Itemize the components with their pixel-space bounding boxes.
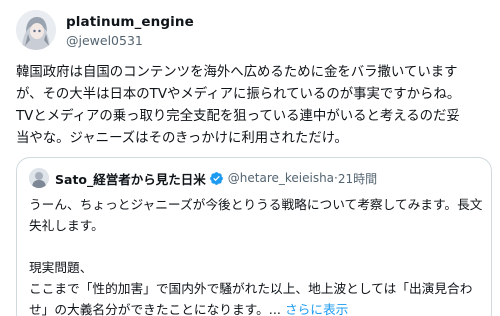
quote-text-line <box>29 236 481 257</box>
tweet-text-line: TVとメディアの乗っ取り完全支配を狙っている連中がいると考えるのだ妥 <box>16 109 460 124</box>
quote-handle[interactable]: @hetare_keieisha <box>228 171 334 185</box>
quote-text-line: ここまで「性的加害」で国内外で騒がれた以上、地上波としては「出演見合わ <box>29 281 473 296</box>
quote-text-line: 現実問題、 <box>29 260 93 275</box>
tweet-text: 韓国政府は自国のコンテンツを海外へ広めるために金をバラ撒いています が、その大半… <box>16 62 492 150</box>
quote-text-line: 失礼します。 <box>29 218 104 233</box>
tweet-text-line: 韓国政府は自国のコンテンツを海外へ広めるために金をバラ撒いています <box>16 65 458 80</box>
author-display-name[interactable]: platinum_engine <box>66 14 194 30</box>
quote-header: Sato_経営者から見た日米 @hetare_keieisha · 21時間 <box>29 168 377 188</box>
author-handle[interactable]: @jewel0531 <box>66 33 143 48</box>
quote-author-avatar[interactable] <box>29 168 49 188</box>
quote-text-truncated: せ」の大義名分ができたことになります。... <box>29 302 281 316</box>
anime-character-avatar-icon <box>16 10 56 50</box>
person-avatar-icon <box>29 168 49 188</box>
tweet-text-line: 当やな。ジャニーズはそのきっかけに利用されただけ。 <box>16 131 348 146</box>
quote-text-line: うーん、ちょっとジャニーズが今後とりうる戦略について考察してみます。長文 <box>29 197 483 212</box>
show-more-link[interactable]: さらに表示 <box>285 302 348 316</box>
quote-text: うーん、ちょっとジャニーズが今後とりうる戦略について考察してみます。長文 失礼し… <box>29 194 483 316</box>
quote-author-name[interactable]: Sato_経営者から見た日米 <box>55 169 206 188</box>
author-avatar[interactable] <box>16 10 56 50</box>
quote-text-last-line: せ」の大義名分ができたことになります。... さらに表示 <box>29 299 481 316</box>
quote-timestamp[interactable]: 21時間 <box>338 170 377 187</box>
quote-tweet-card[interactable]: Sato_経営者から見た日米 @hetare_keieisha · 21時間 う… <box>16 157 492 316</box>
verified-badge-icon <box>209 171 223 185</box>
tweet-text-line: が、その大半は日本のTVやメディアに振られているのが事実ですからね。 <box>16 87 461 102</box>
